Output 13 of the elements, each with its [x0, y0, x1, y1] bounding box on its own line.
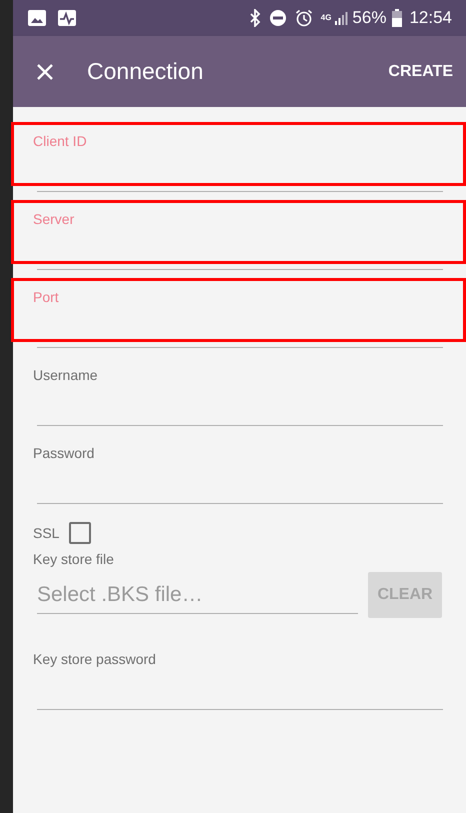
field-label: Client ID: [33, 132, 88, 150]
field-label: Key store password: [33, 650, 157, 668]
toolbar-title: Connection: [87, 57, 204, 86]
create-button[interactable]: CREATE: [387, 60, 454, 84]
field-label: Password: [33, 444, 96, 462]
battery-percentage: 56%: [352, 7, 386, 30]
field-label: Server: [33, 210, 76, 228]
field-label: Key store file: [33, 550, 115, 568]
network-type: 4G: [320, 14, 332, 22]
clock-time: 12:54: [409, 7, 452, 30]
field-label: Port: [33, 288, 60, 306]
field-label: Username: [33, 366, 99, 384]
checkbox-label: SSL: [33, 524, 60, 542]
